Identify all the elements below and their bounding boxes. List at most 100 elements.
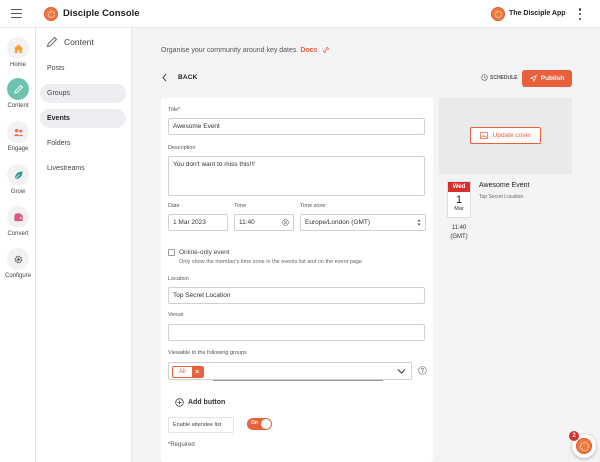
more-options-icon[interactable] [578,8,582,20]
brand-logo [44,7,58,21]
venue-label: Venue [168,312,184,318]
publish-button[interactable]: Publish [522,70,572,87]
nav-content[interactable]: Content [0,78,36,109]
description-textarea[interactable]: You don't want to miss this!!! [168,156,425,196]
send-icon [529,75,537,82]
top-bar: Disciple Console The Disciple App [0,0,600,28]
timezone-value: Europe/London (GMT) [305,219,371,226]
location-input[interactable]: Top Secret Location [168,287,425,304]
nav-configure-label: Configure [4,273,31,279]
back-label: BACK [178,74,198,81]
update-cover-button[interactable]: Update cover [470,127,541,144]
nav-home[interactable]: Home [0,37,36,68]
title-label: Title* [168,107,181,113]
date-input[interactable]: 1 Mar 2023 [168,214,228,231]
subnav-item-livestreams[interactable]: Livestreams [40,159,126,178]
subnav-item-groups[interactable]: Groups [40,84,126,103]
preview-time: 11:40 [451,225,467,231]
location-label: Location [168,276,189,282]
preview-weekday: Wed [448,182,470,192]
app-name[interactable]: The Disciple App [509,10,566,17]
publish-label: Publish [540,75,565,82]
toggle-state: On [251,420,258,426]
time-label: Time [234,203,247,209]
image-icon [479,132,488,139]
notification-badge: 2 [569,431,579,441]
clock-icon [481,74,488,81]
timezone-select[interactable]: Europe/London (GMT) [300,214,426,231]
nav-engage-label: Engage [7,146,29,152]
date-label: Date [168,203,180,209]
preview-location: Top Secret Location [479,194,524,200]
plus-circle-icon [175,398,184,407]
preview-month: Mar [454,206,464,212]
group-chip-label: All [179,369,186,375]
nav-convert-label: Convert [7,231,29,237]
nav-engage[interactable]: Engage [0,121,36,152]
clear-icon[interactable] [282,219,289,226]
subnav-header: Content [46,36,94,48]
nav-convert[interactable]: Convert [0,206,36,237]
nav-configure[interactable]: Configure [0,248,36,279]
app-title: Disciple Console [63,8,140,19]
intro-text: Organise your community around key dates… [161,46,299,54]
schedule-button[interactable]: SCHEDULE [481,74,518,81]
venue-input[interactable] [168,324,425,341]
required-note: *Required [168,442,195,448]
subnav-title: Content [64,37,94,47]
nav-grow[interactable]: Grow [0,164,36,195]
attendee-list-label: Enable attendee list [168,417,234,433]
groups-multiselect[interactable]: All × [168,362,412,381]
subnav-item-events[interactable]: Events [40,109,126,128]
preview-time-block: 11:40 (GMT) [447,224,471,242]
time-input[interactable]: 11:40 [234,214,294,231]
chevron-left-icon [162,73,167,82]
group-chip: All × [172,366,204,378]
chevron-down-icon[interactable] [397,368,406,375]
app-logo[interactable] [491,7,505,21]
leaf-icon [7,164,29,186]
menu-icon[interactable] [11,9,22,18]
nav-content-label: Content [7,103,29,109]
subnav-item-folders[interactable]: Folders [40,134,126,153]
schedule-label: SCHEDULE [490,74,518,81]
home-icon [7,37,29,59]
subnav-item-posts[interactable]: Posts [40,59,126,78]
link-icon[interactable] [322,46,330,54]
remove-chip-icon[interactable]: × [191,367,203,377]
launcher-logo [576,438,592,454]
online-only-help: Only show the member's time zone in the … [179,259,362,265]
event-date-badge: Wed 1 Mar [447,181,471,218]
primary-nav: Home Content Engage Grow Convert Configu… [0,28,36,462]
add-button[interactable]: Add button [175,398,225,407]
page-intro: Organise your community around key dates… [161,46,330,54]
title-input[interactable]: Awesome Event [168,118,425,135]
time-value: 11:40 [239,219,255,226]
preview-title: Awesome Event [479,182,530,189]
online-only-checkbox[interactable] [168,249,175,256]
gear-icon [7,248,29,270]
event-form: Title* Awesome Event Description You don… [161,98,433,462]
help-launcher[interactable]: 2 [569,431,596,458]
nav-grow-label: Grow [10,189,26,195]
docs-link[interactable]: Docs [300,47,317,54]
description-label: Description [168,145,196,151]
groups-label: Viewable to the following groups [168,350,247,356]
online-only-label: Online-only event [179,249,230,256]
help-icon[interactable] [418,366,427,375]
select-arrows-icon [417,219,421,226]
add-button-label: Add button [188,399,226,406]
wallet-icon [7,206,29,228]
cover-image: Update cover [439,98,572,174]
timezone-label: Time zone [300,203,326,209]
preview-day: 1 [455,194,463,206]
preview-timezone: (GMT) [450,234,468,240]
groups-search-underline [213,380,383,381]
pencil-icon [7,78,29,100]
back-button[interactable]: BACK [161,73,198,82]
update-cover-label: Update cover [492,132,532,139]
attendee-list-toggle[interactable]: On [247,418,272,430]
content-subnav: Content Posts Groups Events Folders Live… [36,28,132,462]
people-icon [7,121,29,143]
pencil-icon [46,36,58,48]
